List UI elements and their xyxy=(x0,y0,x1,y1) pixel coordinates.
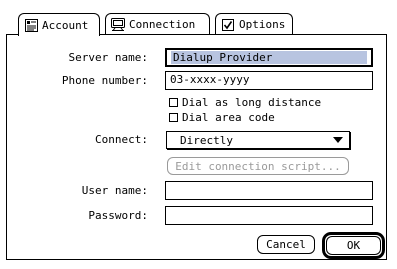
password-label: Password: xyxy=(88,209,148,222)
checkbox-unchecked-icon xyxy=(169,98,178,107)
tab-options[interactable]: Options xyxy=(215,13,293,35)
tab-account[interactable]: Account xyxy=(18,13,100,36)
tab-connection-label: Connection xyxy=(129,18,196,31)
dial-long-distance-label: Dial as long distance xyxy=(182,96,322,109)
user-name-field[interactable] xyxy=(165,181,373,200)
dropdown-arrow-icon xyxy=(333,137,343,143)
ok-button[interactable]: OK xyxy=(326,236,381,255)
dial-long-distance-checkbox[interactable]: Dial as long distance xyxy=(169,96,321,109)
dial-area-code-label: Dial area code xyxy=(182,111,275,124)
connect-selected-value: Directly xyxy=(180,133,233,147)
tab-connection[interactable]: Connection xyxy=(105,13,210,35)
server-name-field[interactable]: Dialup Provider xyxy=(165,48,373,67)
phone-number-field[interactable]: 03-xxxx-yyyy xyxy=(165,71,373,90)
user-name-label: User name: xyxy=(81,184,148,197)
connection-icon xyxy=(111,18,125,32)
connect-popup[interactable]: Directly xyxy=(166,131,350,149)
checkbox-checked-icon xyxy=(221,18,235,32)
checkbox-unchecked-icon xyxy=(169,113,178,122)
server-name-label: Server name: xyxy=(68,51,148,64)
cancel-button[interactable]: Cancel xyxy=(257,235,315,254)
dial-area-code-checkbox[interactable]: Dial area code xyxy=(169,111,275,124)
password-field[interactable] xyxy=(165,206,373,225)
edit-connection-script-button[interactable]: Edit connection script... xyxy=(167,157,349,175)
tab-account-label: Account xyxy=(42,18,89,32)
tab-options-label: Options xyxy=(239,18,286,31)
account-icon xyxy=(24,18,38,32)
connect-label: Connect: xyxy=(95,133,148,146)
server-name-value: Dialup Provider xyxy=(171,51,367,64)
phone-number-label: Phone number: xyxy=(61,74,148,87)
